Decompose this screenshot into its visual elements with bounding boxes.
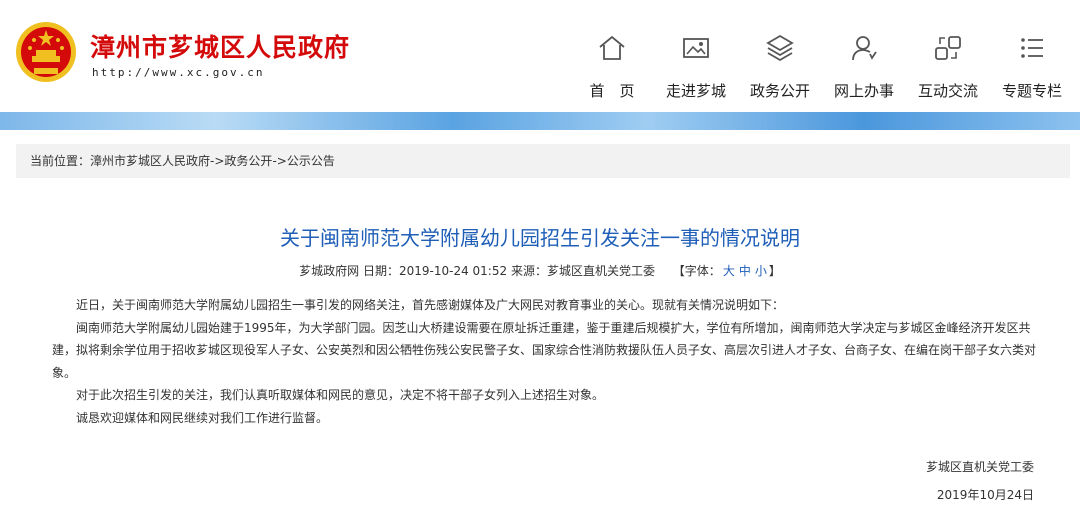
meta-origin-label: 来源： <box>510 264 547 278</box>
site-header: 漳州市芗城区人民政府 http://www.xc.gov.cn 首 页 走进芗城 <box>0 0 1080 112</box>
article-title: 关于闽南师范大学附属幼儿园招生引发关注一事的情况说明 <box>280 226 800 250</box>
home-icon <box>599 35 625 60</box>
breadcrumb-separator: -> <box>210 154 225 168</box>
breadcrumb-link-home[interactable]: 漳州市芗城区人民政府 <box>90 154 210 168</box>
nav-item-special-topics[interactable]: 专题专栏 <box>990 30 1074 106</box>
article-paragraph: 对于此次招生引发的关注，我们认真听取媒体和网民的意见，决定不将干部子女列入上述招… <box>76 388 605 402</box>
breadcrumb: 当前位置：漳州市芗城区人民政府->政务公开->公示公告 <box>16 144 1070 178</box>
nav-label: 互动交流 <box>917 82 978 100</box>
user-service-icon <box>852 36 877 61</box>
breadcrumb-link-notices[interactable]: 公示公告 <box>287 154 335 168</box>
nav-item-home[interactable]: 首 页 <box>570 30 654 106</box>
image-gallery-icon <box>683 38 709 58</box>
nav-item-online-services[interactable]: 网上办事 <box>822 30 906 106</box>
breadcrumb-separator: -> <box>272 154 287 168</box>
font-label-open: 【字体： <box>672 264 721 278</box>
nav-label: 首 页 <box>589 82 635 100</box>
site-title[interactable]: 漳州市芗城区人民政府 <box>90 28 350 64</box>
font-small-button[interactable]: 小 <box>755 264 767 278</box>
article-paragraph: 闽南师范大学附属幼儿园始建于1995年，为大学部门园。因芝山大桥建设需要在原址拆… <box>52 320 1037 380</box>
national-emblem-icon <box>16 22 76 82</box>
font-size-selector: 【字体：大中小】 <box>673 264 781 278</box>
banner-strip <box>0 112 1080 130</box>
nav-label: 网上办事 <box>833 82 894 100</box>
font-label-close: 】 <box>768 264 781 278</box>
article-meta: 芗城政府网 日期：2019-10-24 01:52 来源：芗城区直机关党工委 【… <box>0 262 1080 279</box>
article-body: 近日，关于闽南师范大学附属幼儿园招生一事引发的网络关注，首先感谢媒体及广大网民对… <box>52 294 1038 429</box>
breadcrumb-link-government-affairs[interactable]: 政务公开 <box>224 154 272 168</box>
article-sign-date: 2019年10月24日 <box>936 488 1034 502</box>
site-url: http://www.xc.gov.cn <box>92 66 265 79</box>
article-paragraph: 近日，关于闽南师范大学附属幼儿园招生一事引发的网络关注，首先感谢媒体及广大网民对… <box>76 298 785 312</box>
font-large-button[interactable]: 大 <box>723 264 735 278</box>
meta-date-label: 日期： <box>362 264 399 278</box>
nav-item-about[interactable]: 走进芗城 <box>654 30 738 106</box>
nav-item-government-affairs[interactable]: 政务公开 <box>738 30 822 106</box>
layers-icon <box>766 34 794 62</box>
meta-date: 2019-10-24 01:52 <box>398 264 508 278</box>
nav-label: 政务公开 <box>749 82 810 100</box>
nav-item-interaction[interactable]: 互动交流 <box>906 30 990 106</box>
nav-label: 走进芗城 <box>665 82 726 100</box>
interaction-icon <box>935 36 961 60</box>
meta-source-site: 芗城政府网 <box>299 264 360 278</box>
article-signature: 芗城区直机关党工委 <box>925 460 1034 474</box>
nav-label: 专题专栏 <box>1001 82 1062 100</box>
font-medium-button[interactable]: 中 <box>739 264 751 278</box>
breadcrumb-prefix: 当前位置： <box>30 154 91 168</box>
article-paragraph: 诚恳欢迎媒体和网民继续对我们工作进行监督。 <box>76 410 329 425</box>
meta-origin: 芗城区直机关党工委 <box>546 264 655 278</box>
list-icon <box>1021 38 1043 58</box>
main-nav: 首 页 走进芗城 政务公开 网上办事 互动交流 专题专栏 <box>570 30 1080 106</box>
